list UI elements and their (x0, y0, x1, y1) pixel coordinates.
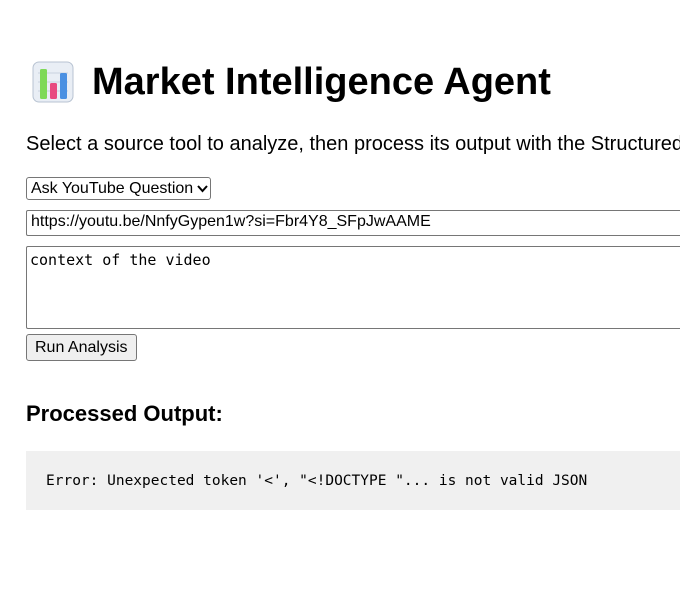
context-textarea[interactable]: context of the video (26, 246, 680, 329)
output-text: Error: Unexpected token '<', "<!DOCTYPE … (46, 473, 588, 489)
tool-select-value: Ask YouTube Question (31, 179, 194, 197)
tool-select[interactable]: Ask YouTube Question (26, 177, 212, 200)
url-input[interactable]: https://youtu.be/NnfyGypen1w?si=Fbr4Y8_S… (26, 210, 680, 236)
output-box: Error: Unexpected token '<', "<!DOCTYPE … (26, 451, 680, 510)
output-heading: Processed Output: (26, 401, 223, 426)
run-analysis-button[interactable]: Run Analysis (26, 334, 137, 361)
page-title: Market Intelligence Agent (92, 61, 551, 103)
page-subtitle: Select a source tool to analyze, then pr… (26, 133, 680, 155)
chevron-down-icon (197, 184, 208, 196)
bar-chart-icon (32, 61, 74, 103)
header: Market Intelligence Agent (32, 59, 551, 105)
